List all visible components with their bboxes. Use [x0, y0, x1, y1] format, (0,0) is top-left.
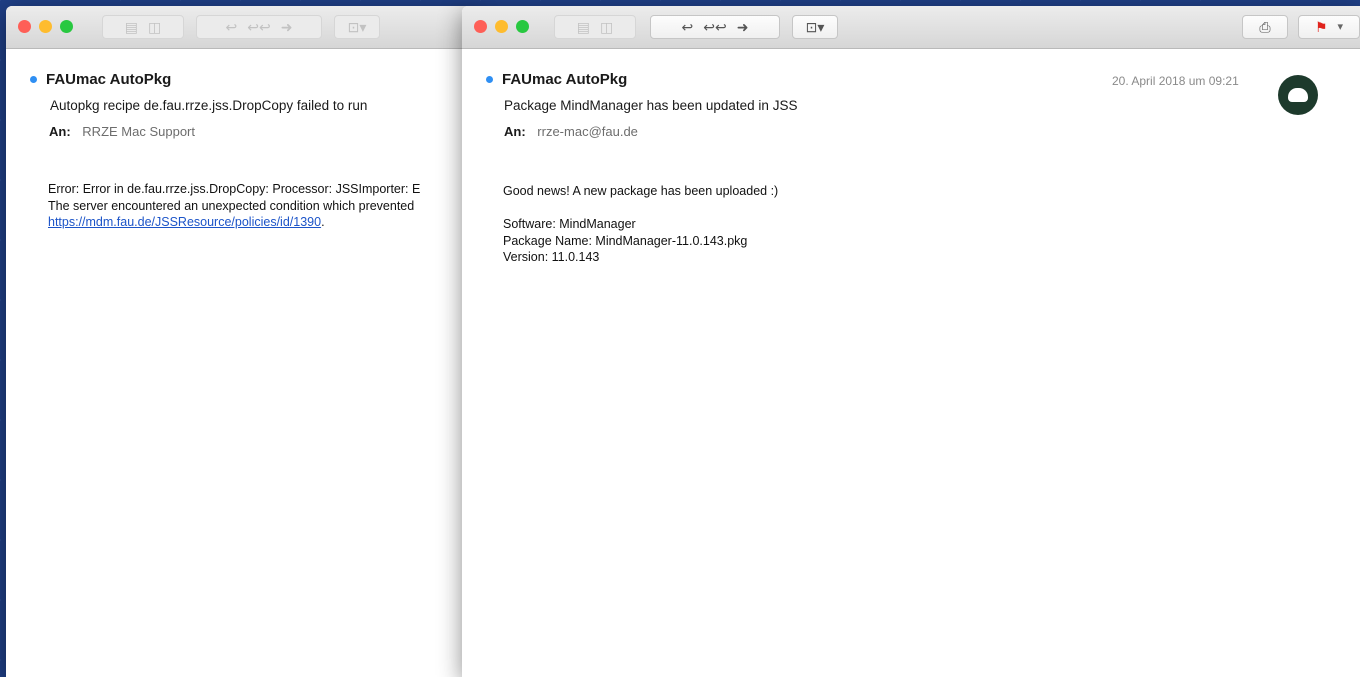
reply-group[interactable]: ↩ ↩↩ ➜	[650, 15, 780, 39]
recipient-row: An: RRZE Mac Support	[49, 124, 195, 139]
recipient-row: An: rrze-mac@fau.de	[504, 124, 638, 139]
zoom-button[interactable]	[516, 20, 529, 33]
right-window-toolbar: ▤ ◫ ↩ ↩↩ ➜ ⊡▾ ⎙ ⚑ ▾	[462, 6, 1360, 49]
unread-indicator	[486, 76, 493, 83]
flag-button[interactable]: ⚑ ▾	[1298, 15, 1360, 39]
flag-icon[interactable]: ⚑	[1315, 20, 1328, 34]
trash-icon[interactable]: ◫	[600, 20, 613, 34]
reply-icon[interactable]: ↩	[226, 20, 238, 34]
left-window-toolbar: ▤ ◫ ↩ ↩↩ ➜ ⊡▾	[6, 6, 476, 49]
reply-all-icon[interactable]: ↩↩	[247, 20, 270, 34]
right-mail-window: ▤ ◫ ↩ ↩↩ ➜ ⊡▾ ⎙ ⚑ ▾ FAUmac AutoPkg 20. A…	[462, 6, 1360, 677]
zoom-button[interactable]	[60, 20, 73, 33]
sender-name: FAUmac AutoPkg	[486, 71, 627, 88]
move-button[interactable]: ⊡▾	[334, 15, 380, 39]
unread-indicator	[30, 76, 37, 83]
message-body: Good news! A new package has been upload…	[503, 183, 778, 266]
message-subject: Package MindManager has been updated in …	[504, 98, 798, 113]
reply-icon[interactable]: ↩	[682, 20, 694, 34]
archive-delete-group[interactable]: ▤ ◫	[102, 15, 184, 39]
print-icon[interactable]: ⎙	[1259, 20, 1270, 34]
body-line: Software: MindManager	[503, 217, 636, 231]
close-button[interactable]	[18, 20, 31, 33]
window-controls	[474, 20, 529, 33]
body-link-line: https://mdm.fau.de/JSSResource/policies/…	[48, 214, 420, 231]
trash-icon[interactable]: ◫	[148, 20, 161, 34]
avatar-glyph-icon	[1288, 88, 1308, 102]
body-line: The server encountered an unexpected con…	[48, 198, 415, 213]
message-subject: Autopkg recipe de.fau.rrze.jss.DropCopy …	[50, 98, 368, 113]
close-button[interactable]	[474, 20, 487, 33]
reply-all-icon[interactable]: ↩↩	[703, 20, 726, 34]
archive-icon[interactable]: ▤	[125, 20, 138, 34]
forward-icon[interactable]: ➜	[737, 20, 749, 34]
avatar	[1278, 75, 1318, 115]
to-label: An:	[49, 124, 71, 139]
body-line: Package Name: MindManager-11.0.143.pkg	[503, 233, 748, 248]
chevron-down-icon[interactable]: ▾	[1338, 21, 1344, 33]
move-icon[interactable]: ⊡▾	[806, 20, 825, 34]
sender-label: FAUmac AutoPkg	[46, 71, 172, 88]
body-line: Error: Error in de.fau.rrze.jss.DropCopy…	[48, 182, 421, 196]
recipient-value[interactable]: rrze-mac@fau.de	[537, 124, 638, 139]
forward-icon[interactable]: ➜	[281, 20, 293, 34]
archive-icon[interactable]: ▤	[577, 20, 590, 34]
message-date: 20. April 2018 um 09:21	[1112, 74, 1239, 88]
minimize-button[interactable]	[495, 20, 508, 33]
move-icon[interactable]: ⊡▾	[348, 20, 367, 34]
move-button[interactable]: ⊡▾	[792, 15, 838, 39]
sender-name: FAUmac AutoPkg	[30, 71, 171, 88]
reply-group[interactable]: ↩ ↩↩ ➜	[196, 15, 322, 39]
sender-label: FAUmac AutoPkg	[502, 71, 628, 88]
recipient-value[interactable]: RRZE Mac Support	[82, 124, 195, 139]
body-greeting: Good news! A new package has been upload…	[503, 184, 779, 198]
link-suffix: .	[321, 215, 325, 229]
window-controls	[18, 20, 73, 33]
archive-delete-group[interactable]: ▤ ◫	[554, 15, 636, 39]
minimize-button[interactable]	[39, 20, 52, 33]
print-button[interactable]: ⎙	[1242, 15, 1288, 39]
policy-link[interactable]: https://mdm.fau.de/JSSResource/policies/…	[48, 215, 321, 229]
to-label: An:	[504, 124, 526, 139]
left-mail-window: ▤ ◫ ↩ ↩↩ ➜ ⊡▾ FAUmac AutoPkg Autopkg rec…	[6, 6, 476, 677]
message-body: Error: Error in de.fau.rrze.jss.DropCopy…	[48, 181, 420, 231]
body-line: Version: 11.0.143	[503, 250, 600, 264]
